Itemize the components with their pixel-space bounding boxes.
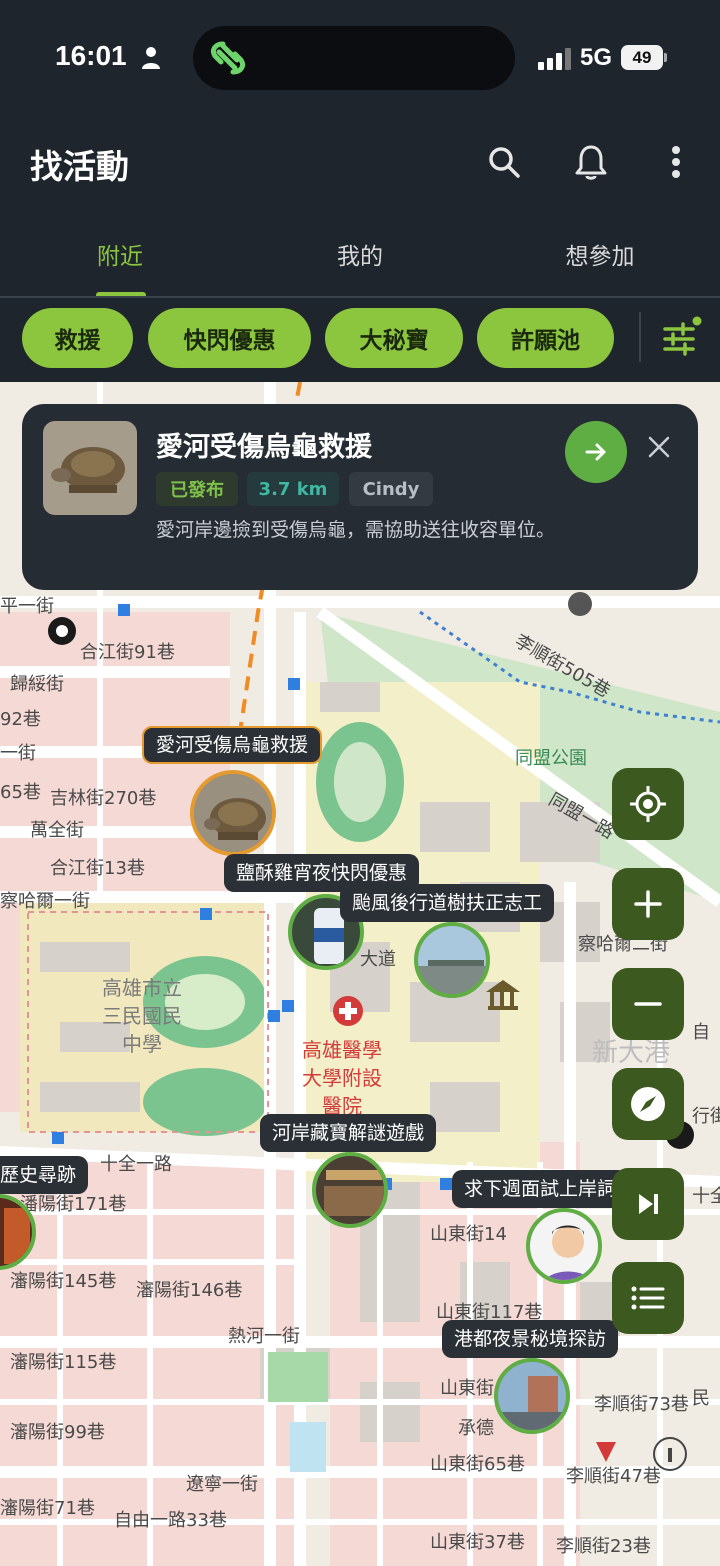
filter-sliders-icon (663, 316, 702, 356)
marker-pin-turtle[interactable] (190, 770, 276, 856)
filter-button[interactable] (658, 312, 704, 362)
minus-icon (634, 1002, 662, 1006)
map-label: 十全一路 (100, 1154, 172, 1175)
chips-divider (639, 312, 641, 362)
map-label: 民 (692, 1388, 710, 1409)
map-label: 李順街47巷 (566, 1466, 661, 1487)
map-label: 山東街37巷 (430, 1532, 525, 1553)
map-label: 山東街 (440, 1378, 494, 1399)
next-button[interactable] (612, 1168, 684, 1240)
chip-wishing-pool[interactable]: 許願池 (477, 308, 614, 368)
map-label: 十全 (692, 1186, 720, 1207)
more-vert-icon (672, 146, 680, 178)
search-button[interactable] (480, 138, 528, 186)
map-label: 合江街13巷 (50, 858, 145, 879)
map-label: 行街 (692, 1106, 720, 1127)
status-bar: 16:01 5G 49 (0, 0, 720, 115)
zoom-in-button[interactable] (612, 868, 684, 940)
map-label: 自由一路33巷 (114, 1510, 227, 1531)
activity-title: 愛河受傷烏龜救援 (156, 432, 372, 463)
map-label: 山東街14 (430, 1224, 507, 1245)
arrow-right-icon (585, 443, 606, 461)
marker-label[interactable]: 颱風後行道樹扶正志工 (340, 884, 555, 922)
map-label: 山東街65巷 (430, 1454, 525, 1475)
marker-label[interactable]: 歷史尋跡 (0, 1156, 89, 1194)
tab-nearby[interactable]: 附近 (50, 237, 190, 271)
app-link-icon (210, 41, 246, 75)
more-menu-button[interactable] (652, 138, 700, 186)
map-label: 平一街 (0, 596, 54, 617)
list-view-button[interactable] (612, 1262, 684, 1334)
map-label-hospital: 高雄醫學 大學附設 醫院 (302, 1038, 382, 1118)
map-label: 一街 (0, 743, 36, 764)
person-icon (142, 47, 160, 69)
signal-icon (538, 48, 571, 70)
map-label: 歸綏街 (10, 674, 64, 695)
chip-treasure[interactable]: 大秘寶 (325, 308, 463, 368)
marker-label[interactable]: 港都夜景秘境探訪 (442, 1320, 619, 1358)
my-location-button[interactable] (612, 768, 684, 840)
tab-mine[interactable]: 我的 (290, 237, 430, 271)
search-icon (489, 147, 520, 178)
marker-pin-interview-wish[interactable] (526, 1208, 602, 1284)
author-badge: Cindy (349, 472, 433, 506)
skip-next-icon (639, 1194, 658, 1214)
close-card-button[interactable] (642, 430, 676, 464)
chip-rescue[interactable]: 救援 (22, 308, 133, 368)
tab-want-to-join[interactable]: 想參加 (530, 237, 670, 271)
compass-button[interactable] (612, 1068, 684, 1140)
map-label: 瀋陽街145巷 (10, 1271, 117, 1292)
status-time: 16:01 (55, 40, 127, 71)
category-chips: 救援 快閃優惠 大秘寶 許願池 (0, 298, 720, 382)
battery-tip (664, 53, 667, 62)
list-icon (631, 1286, 665, 1310)
activity-thumbnail (43, 421, 137, 515)
map-label: 瀋陽街99巷 (10, 1422, 105, 1443)
map-label: 合江街91巷 (80, 642, 175, 663)
map-label: 萬全街 (30, 820, 84, 841)
open-activity-button[interactable] (565, 421, 627, 483)
marker-pin-night-view[interactable] (494, 1358, 570, 1434)
my-location-icon (630, 786, 666, 822)
compass-icon (631, 1087, 665, 1121)
map-label: 察哈爾一街 (0, 891, 90, 912)
network-type: 5G (580, 44, 613, 71)
marker-label[interactable]: 愛河受傷烏龜救援 (142, 726, 323, 764)
distance-badge: 3.7 km (247, 472, 339, 506)
map-label: 遼寧一街 (186, 1474, 258, 1495)
marker-pin-tree-volunteer[interactable] (414, 922, 490, 998)
map-label: 瀋陽街146巷 (136, 1280, 243, 1301)
activity-detail-card[interactable]: 愛河受傷烏龜救援 已發布 3.7 km Cindy 愛河岸邊撿到受傷烏龜，需協助… (22, 404, 698, 590)
map-label-school: 高雄市立 三民國民 中學 (102, 976, 182, 1056)
marker-label[interactable]: 河岸藏寶解謎遊戲 (260, 1114, 437, 1152)
map-label: 李順街23巷 (556, 1536, 651, 1557)
plus-icon (634, 890, 662, 918)
status-badge: 已發布 (156, 472, 238, 506)
map-label: 李順街73巷 (594, 1394, 689, 1415)
map-label: 65巷 (0, 782, 41, 803)
battery-icon: 49 (621, 45, 663, 70)
map-label: 熱河一街 (228, 1326, 300, 1347)
map-label: 承德 (458, 1418, 494, 1439)
dynamic-island (193, 26, 515, 90)
map-label: 吉林街270巷 (50, 788, 157, 809)
map-label-park: 同盟公園 (515, 748, 587, 769)
turtle-photo (43, 421, 137, 515)
notifications-button[interactable] (567, 138, 615, 186)
marker-label[interactable]: 求下週面試上岸詞 (452, 1170, 629, 1208)
close-icon (648, 436, 670, 458)
zoom-out-button[interactable] (612, 968, 684, 1040)
page-title: 找活動 (30, 147, 129, 186)
activity-description: 愛河岸邊撿到受傷烏龜，需協助送往收容單位。 (156, 519, 556, 541)
map-label: 自 (692, 1022, 710, 1043)
map-label: 92巷 (0, 709, 41, 730)
marker-pin-treasure-game[interactable] (312, 1152, 388, 1228)
chip-flash-deal[interactable]: 快閃優惠 (148, 308, 311, 368)
map-label: 瀋陽街115巷 (10, 1352, 117, 1373)
map-label: 瀋陽街71巷 (0, 1498, 95, 1519)
map-label: 大道 (360, 949, 396, 970)
bell-icon (575, 145, 607, 180)
